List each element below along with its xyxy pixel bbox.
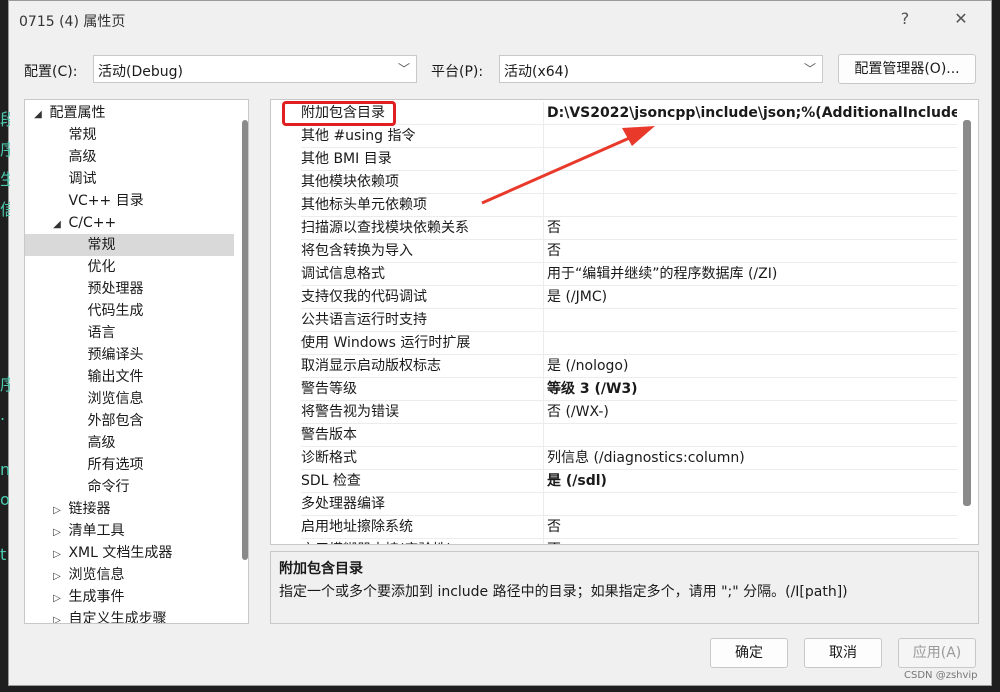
- background-code-glyph: 生: [0, 170, 10, 189]
- background-code-glyph: 信: [0, 200, 10, 219]
- annotation-arrow: [481, 126, 655, 205]
- background-code-glyph: n: [0, 460, 10, 479]
- background-code-glyph: 序: [0, 140, 10, 159]
- background-code-glyph: 段: [0, 110, 10, 129]
- background-code-glyph: t: [0, 545, 7, 564]
- background-code-glyph: .: [0, 405, 6, 424]
- background-code-glyph: 序: [0, 375, 10, 394]
- background-code-glyph: o: [0, 490, 10, 509]
